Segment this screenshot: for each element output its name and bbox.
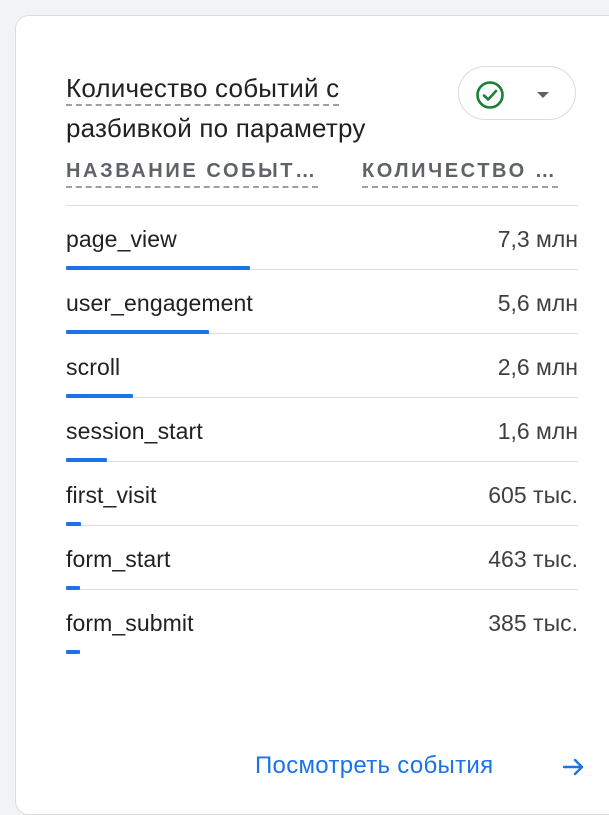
card-title-line-2: разбивкой по параметру xyxy=(66,113,366,143)
table-row[interactable]: page_view 7,3 млн xyxy=(66,206,578,270)
event-table: page_view 7,3 млн user_engagement 5,6 мл… xyxy=(66,206,578,654)
table-row[interactable]: form_submit 385 тыс. xyxy=(66,590,578,654)
event-count: 7,3 млн xyxy=(497,226,578,252)
event-name: form_submit xyxy=(66,610,194,636)
arrow-right-icon[interactable] xyxy=(561,754,587,780)
event-count: 385 тыс. xyxy=(488,610,578,636)
data-quality-status-dropdown[interactable] xyxy=(458,66,576,120)
card-title: Количество событий с разбивкой по параме… xyxy=(66,68,446,148)
caret-down-icon xyxy=(537,92,549,98)
table-row[interactable]: session_start 1,6 млн xyxy=(66,398,578,462)
column-header-event-count[interactable]: КОЛИЧЕСТВО … xyxy=(362,160,558,188)
table-row[interactable]: form_start 463 тыс. xyxy=(66,526,578,590)
event-name: session_start xyxy=(66,418,203,444)
event-name: page_view xyxy=(66,226,177,252)
event-name: user_engagement xyxy=(66,290,253,316)
table-row[interactable]: user_engagement 5,6 млн xyxy=(66,270,578,334)
event-count: 5,6 млн xyxy=(497,290,578,316)
column-header-event-name[interactable]: НАЗВАНИЕ СОБЫТ… xyxy=(66,160,318,188)
view-events-link[interactable]: Посмотреть события xyxy=(255,752,493,780)
event-name: form_start xyxy=(66,546,171,572)
event-count: 463 тыс. xyxy=(488,546,578,572)
table-row[interactable]: first_visit 605 тыс. xyxy=(66,462,578,526)
event-count: 1,6 млн xyxy=(497,418,578,444)
check-circle-icon xyxy=(476,81,504,109)
event-count: 2,6 млн xyxy=(497,354,578,380)
table-row[interactable]: scroll 2,6 млн xyxy=(66,334,578,398)
share-bar xyxy=(66,650,80,654)
event-count: 605 тыс. xyxy=(488,482,578,508)
card-title-line-1[interactable]: Количество событий с xyxy=(66,73,340,106)
event-name: scroll xyxy=(66,354,121,380)
event-name: first_visit xyxy=(66,482,157,508)
